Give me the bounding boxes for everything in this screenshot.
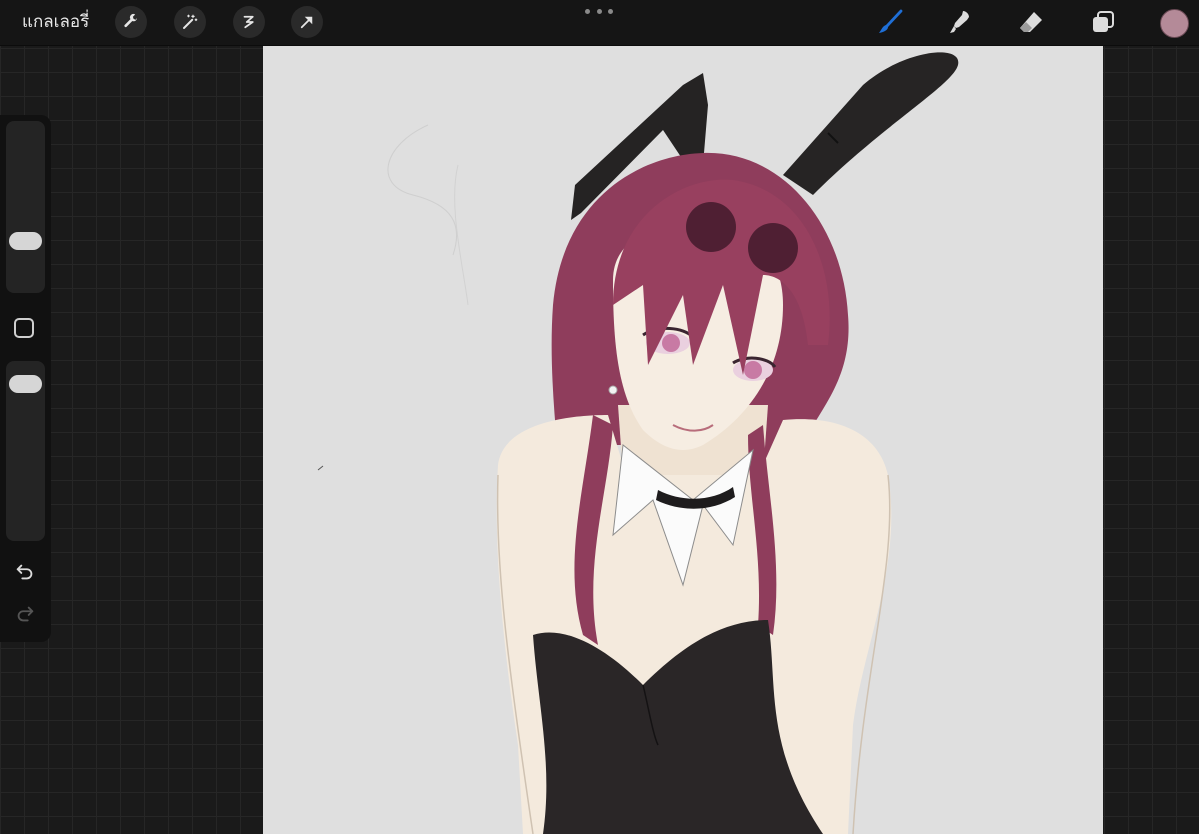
adjustments-button[interactable]: [174, 6, 206, 38]
eraser-icon: [1020, 12, 1042, 32]
left-sidebar: [0, 115, 51, 642]
ellipsis-dot: [608, 8, 613, 14]
modify-button[interactable]: [14, 318, 34, 338]
color-picker-button[interactable]: [1160, 9, 1189, 38]
smudge-icon: [950, 11, 969, 33]
undo-icon: [16, 564, 33, 580]
brush-size-thumb[interactable]: [9, 232, 42, 251]
procreate-app: แกลเลอรี่: [0, 0, 1199, 834]
top-toolbar: แกลเลอรี่: [0, 0, 1199, 46]
smudge-tool-button[interactable]: [945, 7, 975, 37]
layers-button[interactable]: [1088, 7, 1118, 37]
layers-icon: [1093, 11, 1114, 32]
undo-button[interactable]: [12, 559, 38, 585]
magic-wand-icon: [183, 14, 198, 29]
brush-size-slider[interactable]: [6, 121, 45, 293]
gallery-button[interactable]: แกลเลอรี่: [22, 10, 89, 34]
transform-button[interactable]: [291, 6, 323, 38]
actions-button[interactable]: [115, 6, 147, 38]
ellipsis-dot: [585, 8, 590, 14]
drawing-canvas[interactable]: [263, 45, 1103, 834]
redo-icon: [17, 606, 34, 622]
selection-button[interactable]: [233, 6, 265, 38]
opacity-thumb[interactable]: [9, 374, 42, 393]
redo-button[interactable]: [12, 601, 38, 627]
more-menu-button[interactable]: [585, 4, 613, 18]
brush-icon: [879, 9, 903, 33]
selection-icon: [243, 15, 254, 29]
opacity-slider[interactable]: [6, 361, 45, 541]
wrench-icon: [124, 13, 138, 28]
ellipsis-dot: [596, 8, 602, 14]
eraser-tool-button[interactable]: [1016, 7, 1046, 37]
brush-tool-button[interactable]: [875, 7, 905, 37]
transform-arrow-icon: [300, 16, 313, 29]
artwork-illustration: [317, 52, 959, 834]
